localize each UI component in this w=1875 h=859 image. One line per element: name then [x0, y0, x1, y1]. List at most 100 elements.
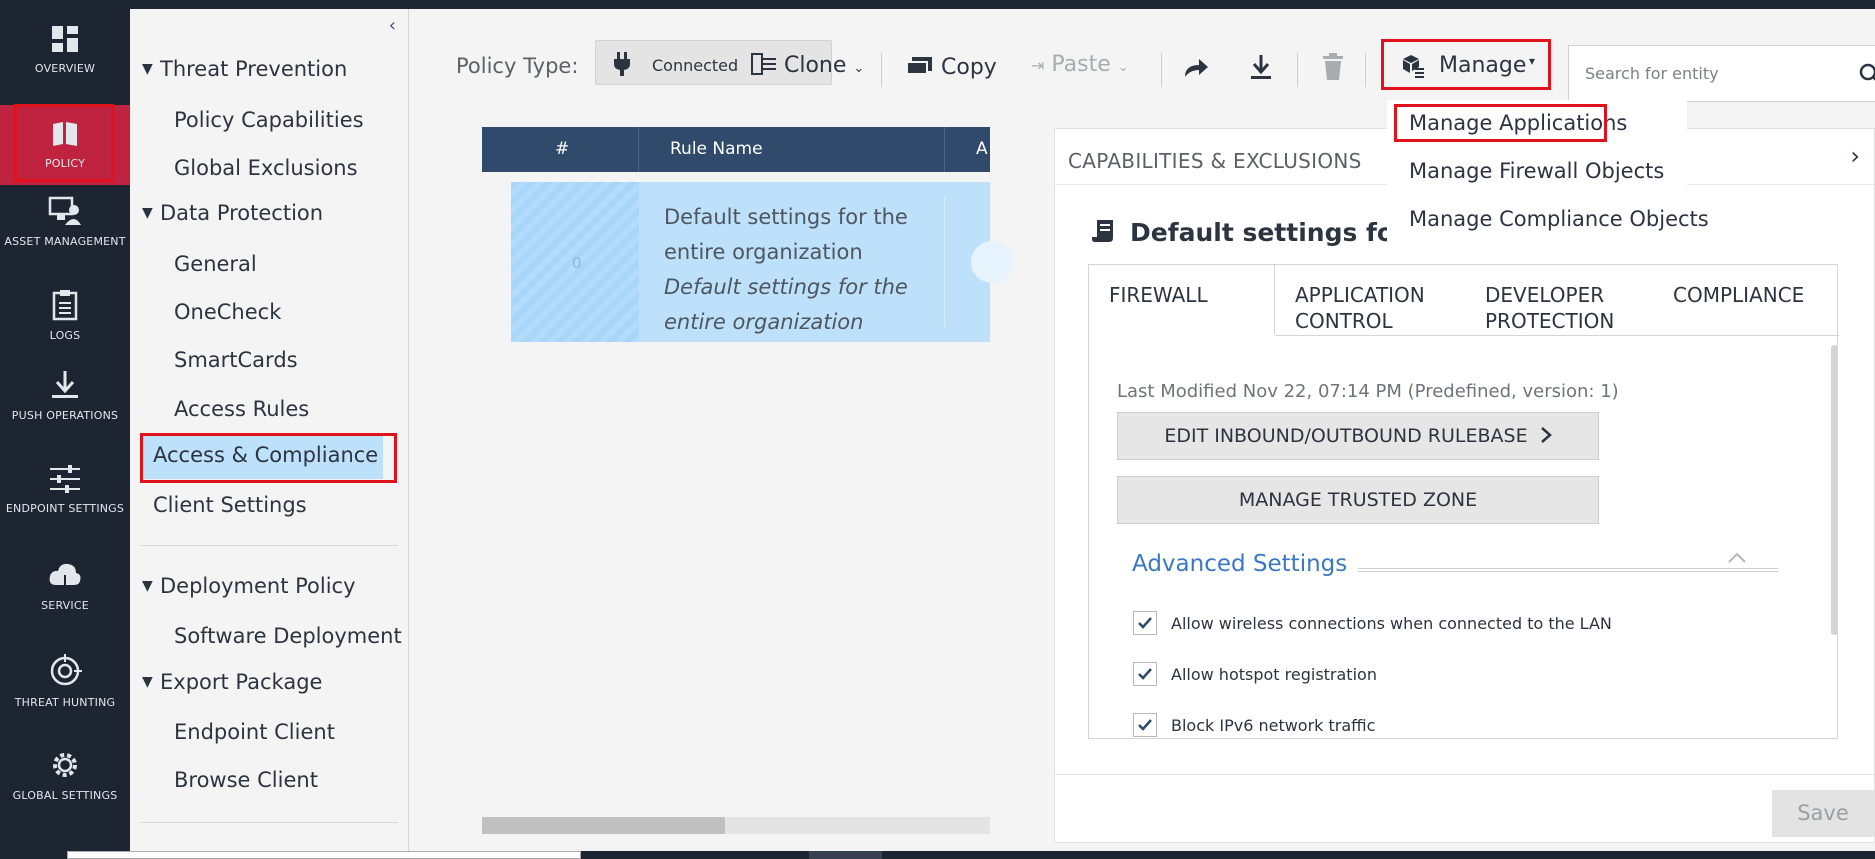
expand-triangle-icon: ▼ [142, 205, 153, 221]
panel-title: CAPABILITIES & EXCLUSIONS [1068, 149, 1362, 173]
column-header-number[interactable]: # [555, 139, 569, 159]
checkbox-label: Block IPv6 network traffic [1171, 716, 1376, 735]
row-number: 0 [572, 254, 582, 272]
nav-service-management-label: SERVICE MANAGEMENT [41, 599, 89, 612]
nav-push-operations-label: PUSH OPERATIONS [11, 409, 119, 422]
copy-button[interactable]: Copy [906, 55, 997, 80]
bottom-taskbar [0, 851, 1875, 859]
plug-icon [614, 52, 630, 76]
column-header-a[interactable]: A [976, 139, 988, 159]
taskbar-tab[interactable] [809, 851, 882, 859]
checkmark-icon [1138, 719, 1152, 731]
tab-application-control[interactable]: APPLICATION CONTROL [1275, 265, 1465, 335]
tree-group-deployment-policy[interactable]: ▼ Deployment Policy [142, 574, 356, 598]
tree-item-policy-capabilities[interactable]: Policy Capabilities [174, 108, 364, 132]
manage-icon [1403, 55, 1424, 78]
tree-group-threat-prevention[interactable]: ▼ Threat Prevention [142, 57, 347, 81]
search-input[interactable] [1585, 64, 1825, 83]
manage-label: Manage [1439, 53, 1527, 78]
cell-divider [944, 197, 945, 327]
asset-management-icon [48, 196, 81, 225]
advanced-settings-divider [1358, 568, 1778, 572]
search-box[interactable] [1568, 45, 1875, 102]
main-area: Policy Type: Connected Clone ⌄ Copy ⇥ Pa… [409, 9, 1875, 851]
horizontal-scrollbar[interactable] [482, 817, 990, 834]
tree-item-onecheck[interactable]: OneCheck [174, 300, 281, 324]
nav-push-operations[interactable]: PUSH OPERATIONS [0, 369, 130, 449]
column-divider [944, 127, 945, 172]
tree-item-software-deployment[interactable]: Software Deployment [174, 624, 402, 648]
nav-overview[interactable]: OVERVIEW [0, 24, 130, 104]
nav-global-settings[interactable]: GLOBAL SETTINGS [0, 749, 130, 839]
connected-label: Connected [652, 56, 739, 75]
tree-item-general[interactable]: General [174, 252, 257, 276]
chevron-right-icon[interactable]: › [1850, 142, 1860, 170]
nav-endpoint-settings-label: ENDPOINT SETTINGS [5, 502, 125, 515]
menu-item-manage-compliance-objects[interactable]: Manage Compliance Objects [1409, 207, 1709, 231]
nav-logs[interactable]: LOGS [0, 289, 130, 369]
menu-item-manage-applications[interactable]: Manage Applications [1409, 111, 1627, 135]
policy-icon [53, 122, 77, 146]
tree-item-access-rules[interactable]: Access Rules [174, 397, 309, 421]
expand-triangle-icon: ▼ [142, 674, 153, 690]
nav-logs-label: LOGS [49, 329, 81, 342]
paste-label: Paste [1051, 52, 1111, 77]
paste-button[interactable]: ⇥ Paste ⌄ [1031, 52, 1129, 77]
expand-triangle-icon: ▼ [142, 578, 153, 594]
tree-item-access-compliance[interactable]: Access & Compliance [143, 436, 383, 479]
nav-policy-label: POLICY [44, 157, 86, 170]
manage-button[interactable]: Manage ▾ [1387, 45, 1549, 92]
tree-group-export-package[interactable]: ▼ Export Package [142, 670, 322, 694]
nav-endpoint-settings[interactable]: ENDPOINT SETTINGS [0, 464, 130, 544]
tab-firewall[interactable]: FIREWALL [1089, 265, 1275, 335]
policy-type-label: Policy Type: [456, 54, 579, 78]
tree-group-data-protection[interactable]: ▼ Data Protection [142, 201, 323, 225]
taskbar-window[interactable] [67, 851, 581, 859]
clone-button[interactable]: Clone ⌄ [751, 52, 864, 78]
checkbox-label: Allow hotspot registration [1171, 665, 1377, 684]
search-icon[interactable] [1859, 63, 1875, 85]
advanced-settings-toggle[interactable]: Advanced Settings [1132, 551, 1347, 577]
tree-item-smartcards[interactable]: SmartCards [174, 348, 298, 372]
edit-rulebase-button[interactable]: EDIT INBOUND/OUTBOUND RULEBASE [1117, 412, 1599, 460]
nav-asset-management[interactable]: ASSET MANAGEMENT [0, 195, 130, 275]
tab-compliance[interactable]: COMPLIANCE [1653, 265, 1839, 335]
push-operations-icon [52, 371, 78, 398]
trash-icon[interactable] [1323, 53, 1343, 81]
manage-trusted-zone-button[interactable]: MANAGE TRUSTED ZONE [1117, 476, 1599, 524]
checkbox-wireless[interactable] [1133, 611, 1157, 635]
nav-global-settings-label: GLOBAL SETTINGS [12, 789, 118, 802]
manage-dropdown-menu: Manage Applications Manage Firewall Obje… [1387, 100, 1709, 250]
overview-icon [52, 26, 78, 52]
tree-item-endpoint-client[interactable]: Endpoint Client [174, 720, 335, 744]
checkbox-label: Allow wireless connections when connecte… [1171, 614, 1612, 633]
vertical-scrollbar[interactable] [1831, 345, 1838, 635]
toolbar-divider [1161, 53, 1162, 87]
tree-item-browse-client[interactable]: Browse Client [174, 768, 318, 792]
nav-asset-management-label: ASSET MANAGEMENT [4, 235, 126, 248]
save-button[interactable]: Save [1772, 790, 1874, 837]
table-row[interactable]: 0 Default settings for the entire organi… [511, 182, 1013, 342]
column-header-rule-name[interactable]: Rule Name [670, 139, 763, 159]
share-icon[interactable] [1182, 55, 1210, 81]
policy-tree-sidebar: ‹ ▼ Threat Prevention Policy Capabilities… [130, 9, 409, 851]
scrollbar-thumb[interactable] [482, 817, 725, 834]
service-management-icon [49, 563, 81, 590]
tab-developer-protection[interactable]: DEVELOPER PROTECTION [1465, 265, 1651, 335]
tree-item-global-exclusions[interactable]: Global Exclusions [174, 156, 358, 180]
nav-threat-hunting-label: THREAT HUNTING [14, 696, 116, 709]
nav-service-management[interactable]: SERVICE MANAGEMENT [0, 561, 130, 641]
threat-hunting-icon [50, 654, 82, 686]
checkbox-ipv6[interactable] [1133, 713, 1157, 737]
checkbox-hotspot[interactable] [1133, 662, 1157, 686]
download-icon[interactable] [1250, 54, 1272, 80]
menu-item-manage-firewall-objects[interactable]: Manage Firewall Objects [1409, 159, 1664, 183]
toolbar-divider [1365, 53, 1366, 87]
collapse-sidebar-icon[interactable]: ‹ [389, 15, 396, 36]
chevron-up-icon[interactable] [1727, 552, 1747, 564]
nav-policy[interactable]: POLICY [0, 105, 130, 185]
tree-item-client-settings[interactable]: Client Settings [153, 493, 307, 517]
nav-threat-hunting[interactable]: THREAT HUNTING [0, 654, 130, 734]
rule-name: Default settings for the entire organiza… [664, 205, 908, 264]
row-number-cell: 0 [511, 182, 639, 342]
